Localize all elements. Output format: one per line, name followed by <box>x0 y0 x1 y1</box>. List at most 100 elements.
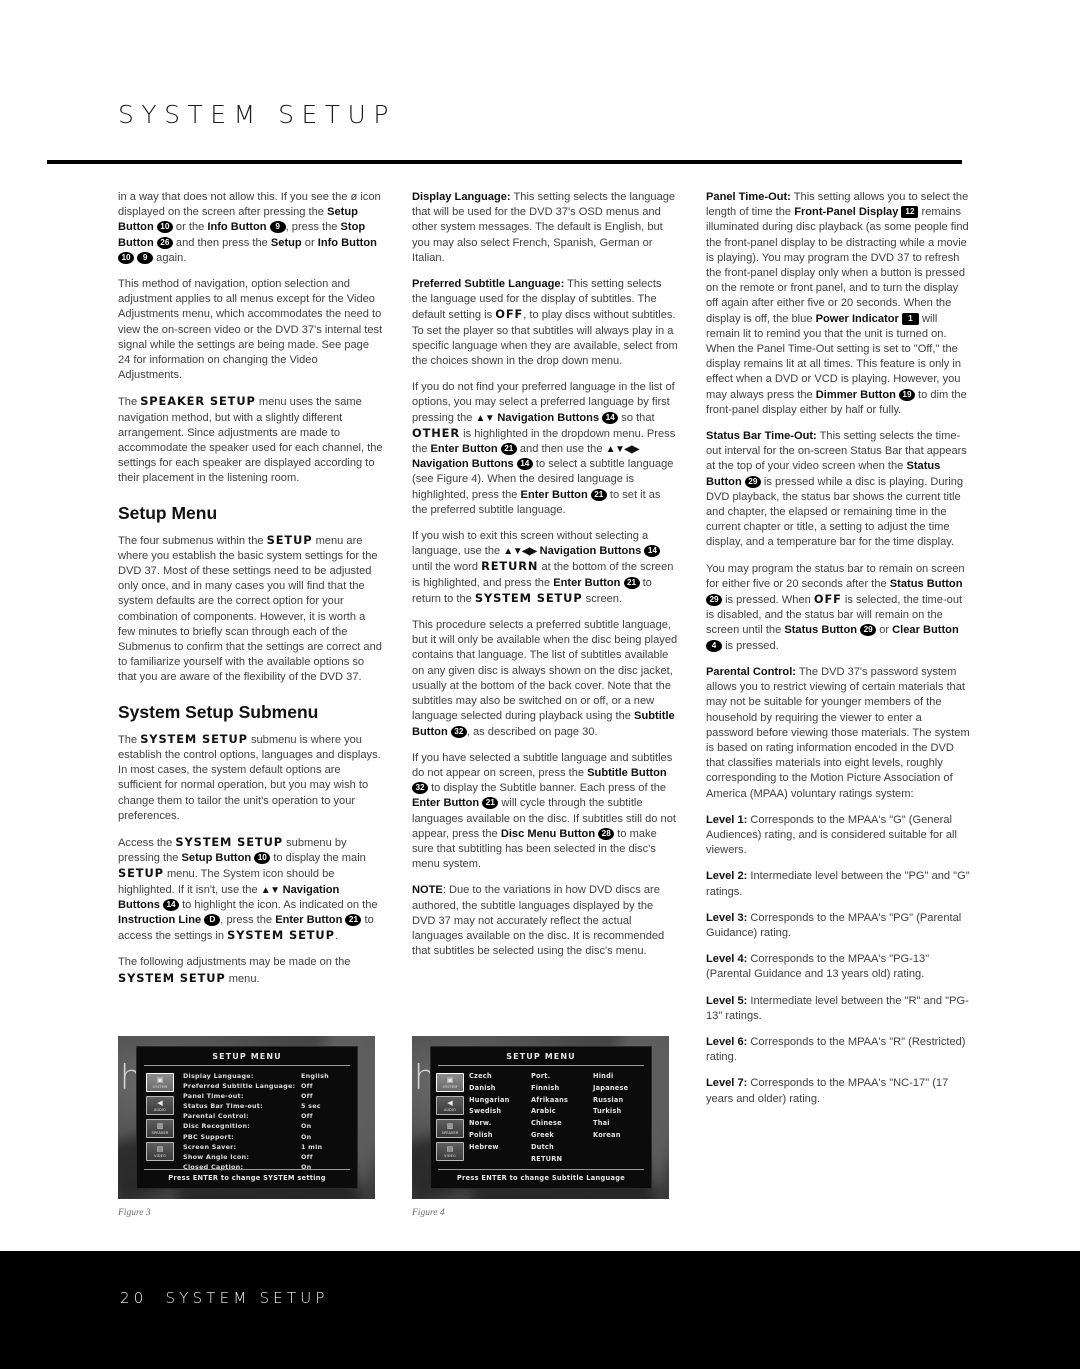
osd-row[interactable]: Preferred Subtitle Language: Off <box>183 1081 353 1091</box>
setting-label: Disc Recognition: <box>183 1122 251 1131</box>
paragraph-level-3: Level 3: Corresponds to the MPAA's "PG" … <box>706 911 972 941</box>
footer-text: 20 SYSTEM SETUP <box>120 1289 329 1307</box>
osd-row[interactable]: Show Angle Icon: Off <box>183 1152 353 1162</box>
setting-label: Status Bar Time-out: <box>183 1102 263 1111</box>
text: : Due to the variations in how DVD discs… <box>412 884 665 958</box>
speaker-setup-term: SPEAKER SETUP <box>140 394 256 409</box>
osd-icon-column: ▣ SYSTEM ◀ AUDIO ▥ SPEAKER ▤ VIDEO <box>436 1071 464 1169</box>
language-item[interactable]: Dutch <box>531 1142 593 1154</box>
language-column-3: Hindi Japanese Russian Turkish Thai Kore… <box>593 1071 655 1169</box>
audio-glyph: ◀ <box>157 1099 163 1107</box>
system-icon[interactable]: ▣ SYSTEM <box>436 1073 464 1092</box>
osd-language-grid: Czech Danish Hungarian Swedish Norw. Pol… <box>464 1071 655 1169</box>
setting-value: English <box>301 1072 329 1080</box>
preferred-subtitle-language-label: Preferred Subtitle Language: <box>412 278 565 291</box>
language-item[interactable]: Chinese <box>531 1118 593 1130</box>
figure-3: h SETUP MENU ▣ SYSTEM ◀ AUDIO ▥ SPEAKER ▤ VI… <box>118 1036 384 1218</box>
paragraph-parental-control: Parental Control: The DVD 37's password … <box>706 665 972 802</box>
paragraph-c2-p4: If you wish to exit this screen without … <box>412 529 678 607</box>
language-item[interactable]: Arabic <box>531 1106 593 1118</box>
system-setup-term-4: SYSTEM SETUP <box>118 970 226 985</box>
osd-instruction-line: Press ENTER to change Subtitle Language <box>438 1169 644 1182</box>
language-item[interactable]: Greek <box>531 1130 593 1142</box>
text: screen. <box>582 592 623 605</box>
off-term-2: OFF <box>813 592 842 607</box>
osd-row[interactable]: Panel Time-out: Off <box>183 1091 353 1101</box>
osd-instruction-line: Press ENTER to change SYSTEM setting <box>144 1169 350 1182</box>
article-columns: in a way that does not allow this. If yo… <box>118 190 973 1118</box>
language-item[interactable]: Danish <box>469 1083 531 1095</box>
language-item[interactable]: Port. <box>531 1071 593 1083</box>
language-item[interactable]: Japanese <box>593 1083 655 1095</box>
text: to display the Subtitle banner. Each pre… <box>428 782 667 795</box>
setting-value: 5 sec <box>301 1102 321 1111</box>
system-setup-term-5: SYSTEM SETUP <box>474 590 583 605</box>
osd-row[interactable]: PBC Support: On <box>183 1132 353 1142</box>
audio-icon[interactable]: ◀ AUDIO <box>146 1096 174 1115</box>
paragraph-status-bar-timeout: Status Bar Time-Out: This setting select… <box>706 429 972 551</box>
paragraph-level-1: Level 1: Corresponds to the MPAA's "G" (… <box>706 813 972 859</box>
video-icon[interactable]: ▤ VIDEO <box>436 1142 464 1161</box>
figure-4-screenshot: h 37 SETUP MENU ▣SYSTEM ◀AUDIO ▥SPEAKER … <box>412 1036 669 1199</box>
paragraph-c1-p7: The following adjustments may be made on… <box>118 955 384 986</box>
language-item[interactable]: Czech <box>469 1071 531 1083</box>
subtitle-button-label-2: Subtitle Button <box>587 766 667 779</box>
updown-arrows-icon: ▲▼ <box>260 884 280 896</box>
badge-9b: 9 <box>137 251 154 264</box>
text: is pressed while a disc is playing. Duri… <box>706 475 964 549</box>
return-item[interactable]: RETURN <box>531 1154 593 1166</box>
parental-control-label: Parental Control: <box>706 665 796 678</box>
language-item[interactable]: Russian <box>593 1095 655 1107</box>
navigation-buttons-label-4: Navigation Buttons <box>539 545 642 558</box>
level-label: Level 3: <box>706 911 748 924</box>
language-label-selected: Czech <box>469 1072 492 1080</box>
osd-panel: SETUP MENU ▣ SYSTEM ◀ AUDIO ▥ SPEAKER ▤ VIDE… <box>430 1046 652 1189</box>
language-item[interactable]: Hindi <box>593 1071 655 1083</box>
language-item[interactable]: Korean <box>593 1130 655 1142</box>
text: This procedure selects a preferred subti… <box>412 619 678 723</box>
audio-icon[interactable]: ◀ AUDIO <box>436 1096 464 1115</box>
heading-system-setup-submenu: System Setup Submenu <box>118 701 319 722</box>
system-setup-term-3: SYSTEM SETUP <box>227 928 335 943</box>
osd-row[interactable]: Disc Recognition: On <box>183 1121 353 1131</box>
system-glyph: ▣ <box>156 1076 164 1084</box>
osd-row[interactable]: Screen Saver: 1 min <box>183 1142 353 1152</box>
language-item[interactable]: Afrikaans <box>531 1095 593 1107</box>
video-icon[interactable]: ▤ VIDEO <box>146 1142 174 1161</box>
osd-row[interactable]: Parental Control: Off <box>183 1111 353 1121</box>
speaker-icon[interactable]: ▥ SPEAKER <box>146 1119 174 1138</box>
language-item[interactable]: Swedish <box>469 1106 531 1118</box>
osd-row[interactable]: Status Bar Time-out: 5 sec <box>183 1101 353 1111</box>
osd-row[interactable]: Display Language: English <box>183 1071 353 1081</box>
four-arrows-icon: ▲▼◀▶ <box>605 444 640 456</box>
text: The following adjustments may be made on… <box>118 956 351 969</box>
system-icon[interactable]: ▣ SYSTEM <box>146 1073 174 1092</box>
language-item[interactable]: Finnish <box>531 1083 593 1095</box>
other-term: OTHER <box>412 425 461 440</box>
text: , press the <box>285 221 341 234</box>
text: remains illuminated during disc playback… <box>706 206 969 325</box>
paragraph-note: NOTE: Due to the variations in how DVD d… <box>412 883 678 959</box>
language-item[interactable]: Turkish <box>593 1106 655 1118</box>
icon-caption: SPEAKER <box>151 1131 169 1136</box>
speaker-icon[interactable]: ▥ SPEAKER <box>436 1119 464 1138</box>
badge-14b: 14 <box>602 411 619 424</box>
navigation-buttons-label-3: Navigation Buttons <box>412 458 514 471</box>
language-item[interactable]: Norw. <box>469 1118 531 1130</box>
text: is pressed. <box>722 639 779 652</box>
language-item[interactable]: Hungarian <box>469 1095 531 1107</box>
header-rule <box>47 160 962 164</box>
enter-button-label-2: Enter Button <box>430 443 498 456</box>
setup-label: Setup <box>270 236 302 249</box>
language-item[interactable]: Hebrew <box>469 1142 531 1154</box>
info-button-label: Info Button <box>207 221 267 234</box>
language-item[interactable]: Polish <box>469 1130 531 1142</box>
audio-glyph: ◀ <box>447 1099 453 1107</box>
display-language-label: Display Language: <box>412 191 511 203</box>
badge-21: 21 <box>345 913 362 926</box>
language-item[interactable]: Thai <box>593 1118 655 1130</box>
badge-10: 10 <box>156 221 173 234</box>
paragraph-c3-p3: You may program the status bar to remain… <box>706 562 972 654</box>
paragraph-c1-p1: in a way that does not allow this. If yo… <box>118 190 384 266</box>
paragraph-c2-p3: If you do not find your preferred langua… <box>412 380 678 518</box>
